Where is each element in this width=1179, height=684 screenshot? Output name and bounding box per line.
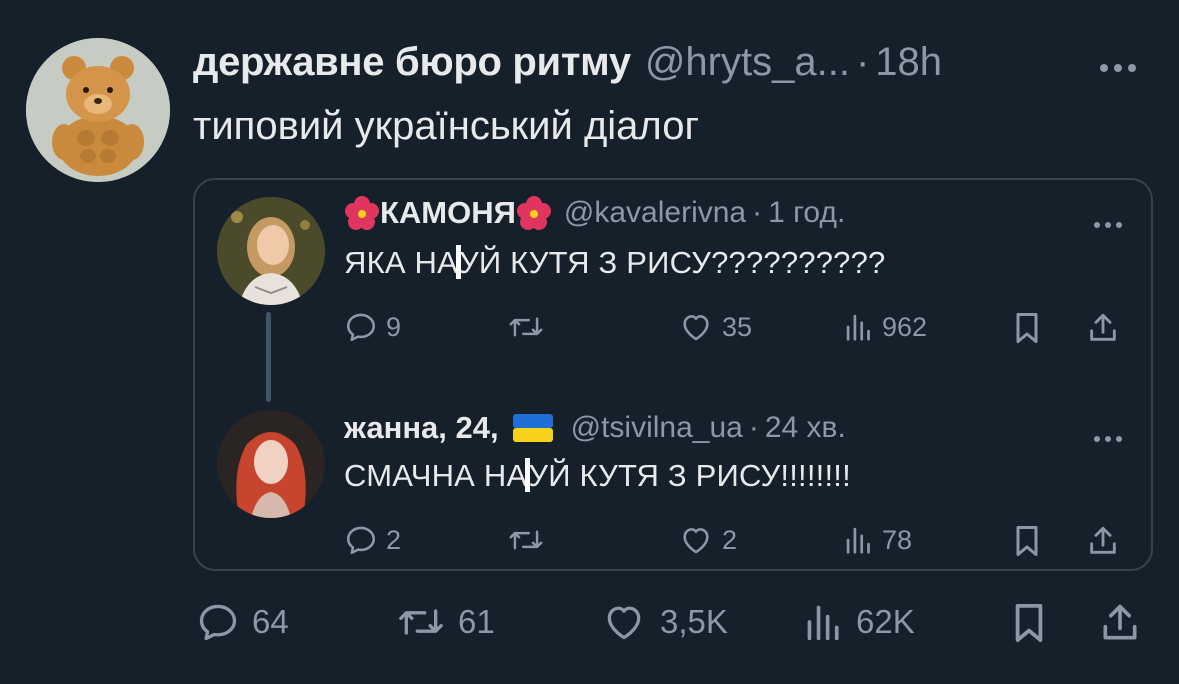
like-count: 2 [722,524,738,555]
bookmark-icon [1016,313,1038,343]
quote-text-1: ЯКА НАУЙ КУТЯ З РИСУ?????????? [344,245,886,281]
retweet-icon [399,609,443,635]
view-count: 62K [856,603,915,640]
quote-header-2: жанна, 24, @tsivilna_ua · 24 хв. [344,408,846,448]
view-count: 78 [882,524,913,555]
like-count: 3,5K [660,603,728,640]
views-button[interactable]: 62K [804,600,915,644]
like-count: 35 [722,311,753,342]
hibiscus-icon [345,196,379,230]
share-icon [1103,604,1137,640]
bookmark-icon [1016,526,1038,556]
quote-text-part: УЙ КУТЯ З РИСУ!!!!!!!! [528,458,851,493]
quote-time-1[interactable]: 1 год. [768,196,845,230]
thread-connector-line [266,312,271,402]
more-options-button[interactable] [1098,44,1138,83]
more-horizontal-icon [1094,436,1122,442]
quote-more-button-1[interactable] [1092,206,1124,237]
heart-icon [683,528,709,554]
views-button-1[interactable]: 962 [844,310,927,344]
bookmark-button-1[interactable] [1012,310,1042,346]
quote-text-part: СМАЧНА НА [344,458,528,493]
separator-dot: · [752,196,763,229]
views-chart-icon [846,527,870,554]
quote-text-part: УЙ КУТЯ З РИСУ?????????? [459,245,886,280]
reply-icon [346,313,376,342]
share-icon [1090,313,1116,341]
share-button-2[interactable] [1086,523,1120,559]
like-button-1[interactable]: 35 [678,310,752,344]
retweet-button-1[interactable] [508,310,544,344]
reply-icon [346,526,376,555]
reply-count: 64 [252,603,289,640]
reply-button-1[interactable]: 9 [344,310,401,344]
like-button[interactable]: 3,5K [600,600,728,644]
tweet-text: типовий український діалог [193,104,700,148]
retweet-button-2[interactable] [508,523,544,557]
ukraine-flag-icon [512,414,553,442]
share-button[interactable] [1098,600,1142,646]
reply-button[interactable]: 64 [196,600,289,644]
author-handle[interactable]: @hryts_a... [645,40,850,85]
quote-author-handle-1[interactable]: @kavalerivna [564,196,746,230]
quote-header-1: КАМОНЯ @kavalerivna · 1 год. [344,193,845,233]
more-horizontal-icon [1094,222,1122,228]
quote-text-part: ЯКА НА [344,245,458,280]
retweet-icon [509,530,543,550]
quote-time-2[interactable]: 24 хв. [765,411,846,445]
retweet-button[interactable]: 61 [396,600,495,644]
quote-author-name-1[interactable]: КАМОНЯ [380,195,516,231]
views-chart-icon [846,314,870,341]
retweet-icon [509,317,543,337]
share-button-1[interactable] [1086,310,1120,346]
bookmark-button-2[interactable] [1012,523,1042,559]
quoted-thread-card[interactable] [193,178,1153,571]
retweet-count: 61 [458,603,495,640]
quote-more-button-2[interactable] [1092,420,1124,451]
bookmark-button[interactable] [1010,600,1048,646]
author-avatar[interactable] [26,38,170,182]
reply-count: 9 [386,311,402,342]
quote-author-handle-2[interactable]: @tsivilna_ua [571,411,743,445]
heart-icon [683,315,709,341]
reply-icon [199,604,237,641]
user-photo-image [217,197,325,305]
user-photo-image [217,410,325,518]
quote-text-2: СМАЧНА НАУЙ КУТЯ З РИСУ!!!!!!!! [344,458,851,494]
author-name[interactable]: державне бюро ритму [193,40,631,85]
views-chart-icon [807,605,839,641]
quote-avatar-2[interactable] [217,410,325,518]
views-button-2[interactable]: 78 [844,523,912,557]
bookmark-icon [1015,604,1043,642]
hibiscus-icon [516,196,551,230]
separator-dot: · [748,411,759,444]
heart-icon [607,606,641,640]
more-horizontal-icon [1100,64,1136,72]
separator-dot: · [855,40,870,84]
tweet-time[interactable]: 18h [875,40,942,85]
view-count: 962 [882,311,928,342]
tweet-header: державне бюро ритму @hryts_a... · 18h [193,40,942,86]
quote-avatar-1[interactable] [217,197,325,305]
reply-count: 2 [386,524,402,555]
bear-avatar-image [26,38,170,182]
quote-author-name-2[interactable]: жанна, 24, [344,410,499,446]
reply-button-2[interactable]: 2 [344,523,401,557]
share-icon [1090,526,1116,554]
like-button-2[interactable]: 2 [678,523,737,557]
